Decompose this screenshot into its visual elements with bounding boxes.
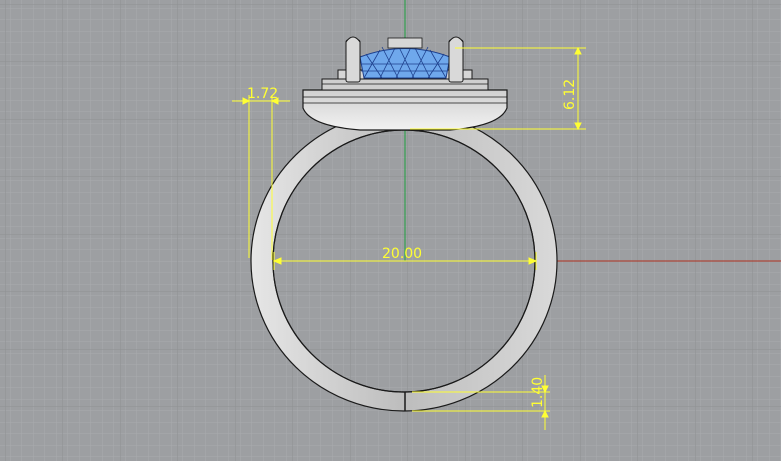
viewport-canvas[interactable]: 1.72 6.12 20.00 1.40 [0, 0, 781, 461]
ring-head[interactable] [302, 69, 508, 131]
dimension-shank-thickness-label: 1.40 [530, 377, 546, 408]
prong-left[interactable] [345, 36, 361, 83]
dimension-head-height-label: 6.12 [562, 79, 578, 110]
prong-right[interactable] [448, 36, 464, 83]
dimension-prong-offset-label: 1.72 [247, 86, 278, 102]
rhino-viewport[interactable]: 1.72 6.12 20.00 1.40 [0, 0, 781, 461]
dimension-inner-diameter-label: 20.00 [382, 246, 422, 262]
